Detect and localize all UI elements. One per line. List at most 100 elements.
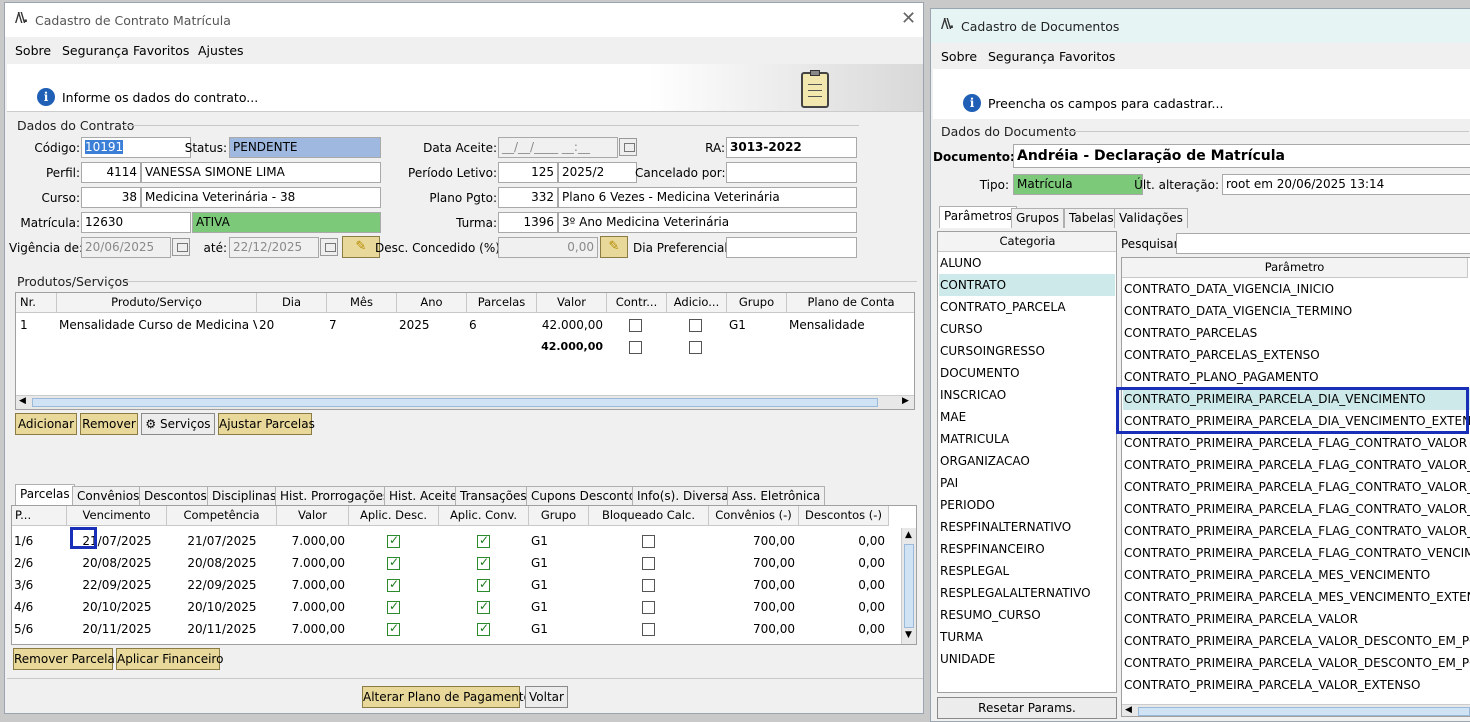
col-header[interactable]: Valor (277, 506, 349, 526)
list-item[interactable]: CONTRATO_PLANO_PAGAMENTO (1123, 366, 1470, 388)
contr-checkbox[interactable] (629, 319, 642, 332)
bloqueado-checkbox[interactable] (642, 623, 655, 636)
menu-sobre[interactable]: Sobre (941, 49, 977, 64)
scroll-thumb[interactable] (32, 398, 878, 407)
list-item[interactable]: CONTRATO (939, 274, 1115, 296)
adicional-checkbox[interactable] (689, 319, 702, 332)
tab-hist-aceite[interactable]: Hist. Aceite (384, 486, 463, 506)
col-header[interactable]: Dia (257, 293, 327, 313)
bloqueado-checkbox[interactable] (642, 557, 655, 570)
tab-validacoes[interactable]: Validações (1114, 208, 1188, 228)
list-item[interactable]: TURMA (939, 626, 1115, 648)
list-item[interactable]: CONTRATO_PARCELAS_EXTENSO (1123, 344, 1470, 366)
list-item[interactable]: CONTRATO_PRIMEIRA_PARCELA_VALOR_EXTENSO (1123, 674, 1470, 696)
list-item[interactable]: ALUNO (939, 252, 1115, 274)
menu-favoritos[interactable]: Favoritos (133, 43, 189, 58)
list-item[interactable]: CONTRATO_PRIMEIRA_PARCELA_FLAG_CONTRATO_… (1123, 476, 1470, 498)
calendar-icon[interactable] (619, 138, 637, 156)
curso-id-field[interactable]: 38 (81, 187, 141, 208)
list-item[interactable]: CURSO (939, 318, 1115, 340)
voltar-button[interactable]: Voltar (525, 686, 568, 708)
list-item[interactable]: CONTRATO_PRIMEIRA_PARCELA_FLAG_CONTRATO_… (1123, 542, 1470, 564)
col-header[interactable]: Bloqueado Calc. (589, 506, 709, 526)
col-header[interactable]: Vencimento (67, 506, 167, 526)
list-item[interactable]: CONTRATO_PRIMEIRA_PARCELA_FLAG_CONTRATO_… (1123, 454, 1470, 476)
list-item[interactable]: UNIDADE (939, 648, 1115, 670)
servicos-button[interactable]: ⚙ Serviços (141, 413, 215, 435)
col-header[interactable]: Aplic. Conv. (439, 506, 529, 526)
scroll-down-icon[interactable]: ▼ (905, 630, 912, 640)
horizontal-scrollbar[interactable]: ◀ ▶ (16, 395, 914, 409)
documento-field[interactable]: Andréia - Declaração de Matrícula (1013, 144, 1470, 168)
adicional-checkbox[interactable] (689, 341, 702, 354)
scroll-left-icon[interactable]: ◀ (19, 396, 26, 406)
tab-tabelas[interactable]: Tabelas (1064, 208, 1119, 228)
menu-seguranca[interactable]: Segurança (62, 43, 129, 58)
col-header[interactable]: Aplic. Desc. (349, 506, 439, 526)
plano-id-field[interactable]: 332 (498, 187, 558, 208)
periodo-id-field[interactable]: 125 (498, 162, 558, 183)
aplic-conv-checkbox[interactable] (477, 599, 490, 614)
list-item[interactable]: RESPLEGAL (939, 560, 1115, 582)
ajustar-parcelas-button[interactable]: Ajustar Parcelas (218, 413, 315, 435)
list-item[interactable]: CONTRATO_PRIMEIRA_PARCELA_VALOR_DESCONTO… (1123, 652, 1470, 674)
scroll-right-icon[interactable]: ▶ (902, 396, 909, 406)
list-item[interactable]: CONTRATO_PRIMEIRA_PARCELA_FLAG_CONTRATO_… (1123, 520, 1470, 542)
list-item[interactable]: RESPFINANCEIRO (939, 538, 1115, 560)
alterar-plano-button[interactable]: Alterar Plano de Pagamento (362, 686, 531, 708)
menu-seguranca[interactable]: Segurança (988, 49, 1055, 64)
list-item[interactable]: CONTRATO_PARCELA (939, 296, 1115, 318)
dia-preferencial-field[interactable] (726, 237, 857, 258)
aplic-desc-checkbox[interactable] (387, 599, 400, 614)
list-item[interactable]: CONTRATO_PRIMEIRA_PARCELA_FLAG_CONTRATO_… (1123, 498, 1470, 520)
contr-checkbox[interactable] (629, 341, 642, 354)
list-item[interactable]: MAE (939, 406, 1115, 428)
col-header[interactable]: P... (12, 506, 67, 526)
col-header[interactable]: Categoria (938, 232, 1116, 252)
matricula-field[interactable]: 12630 (81, 212, 191, 233)
calendar-icon[interactable] (320, 238, 338, 256)
perfil-id-field[interactable]: 4114 (81, 162, 141, 183)
close-icon[interactable]: ✕ (901, 8, 916, 29)
remover-parcela-button[interactable]: Remover Parcela (13, 648, 115, 670)
list-item[interactable]: CONTRATO_PRIMEIRA_PARCELA_VALOR_DESCONTO… (1123, 630, 1470, 652)
list-item[interactable]: RESPFINALTERNATIVO (939, 516, 1115, 538)
col-header[interactable]: Grupo (727, 293, 787, 313)
pesquisar-input[interactable] (1176, 233, 1470, 254)
list-item[interactable]: DOCUMENTO (939, 362, 1115, 384)
tab-transacoes[interactable]: Transações (455, 486, 532, 506)
list-item[interactable]: CONTRATO_DATA_VIGENCIA_INICIO (1123, 278, 1470, 300)
list-item[interactable]: CONTRATO_PRIMEIRA_PARCELA_FLAG_CONTRATO_… (1123, 432, 1470, 454)
tab-convenios[interactable]: Convênios (72, 486, 145, 506)
edit-desc-pencil-icon[interactable]: ✎ (600, 236, 628, 258)
list-item[interactable]: CONTRATO_DATA_VIGENCIA_TERMINO (1123, 300, 1470, 322)
bloqueado-checkbox[interactable] (642, 535, 655, 548)
list-item[interactable]: RESPLEGALALTERNATIVO (939, 582, 1115, 604)
aplic-desc-checkbox[interactable] (387, 555, 400, 570)
list-item[interactable]: PAI (939, 472, 1115, 494)
horizontal-scrollbar[interactable]: ◀ (1122, 704, 1470, 716)
col-header[interactable]: Grupo (529, 506, 589, 526)
resetar-params-button[interactable]: Resetar Params. (937, 697, 1117, 719)
tab-disciplinas[interactable]: Disciplinas (207, 486, 282, 506)
col-header[interactable]: Competência (167, 506, 277, 526)
tab-parametros[interactable]: Parâmetros (939, 206, 1018, 228)
aplic-conv-checkbox[interactable] (477, 621, 490, 636)
aplicar-financeiro-button[interactable]: Aplicar Financeiro (116, 648, 223, 670)
scroll-thumb[interactable] (904, 544, 914, 628)
list-item[interactable]: RESUMO_CURSO (939, 604, 1115, 626)
aplic-conv-checkbox[interactable] (477, 533, 490, 548)
list-item[interactable]: MATRICULA (939, 428, 1115, 450)
list-item[interactable]: PERIODO (939, 494, 1115, 516)
scroll-left-icon[interactable]: ◀ (1125, 705, 1132, 715)
col-header[interactable]: Contr... (607, 293, 667, 313)
bloqueado-checkbox[interactable] (642, 579, 655, 592)
tab-infos-diversas[interactable]: Info(s). Diversas (632, 486, 740, 506)
col-header[interactable]: Parcelas (467, 293, 537, 313)
col-header[interactable]: Ano (397, 293, 467, 313)
remover-button[interactable]: Remover (80, 413, 138, 435)
tab-ass-eletronica[interactable]: Ass. Eletrônica (727, 486, 826, 506)
aplic-conv-checkbox[interactable] (477, 555, 490, 570)
col-header[interactable]: Convênios (-) (709, 506, 799, 526)
adicionar-button[interactable]: Adicionar (15, 413, 77, 435)
